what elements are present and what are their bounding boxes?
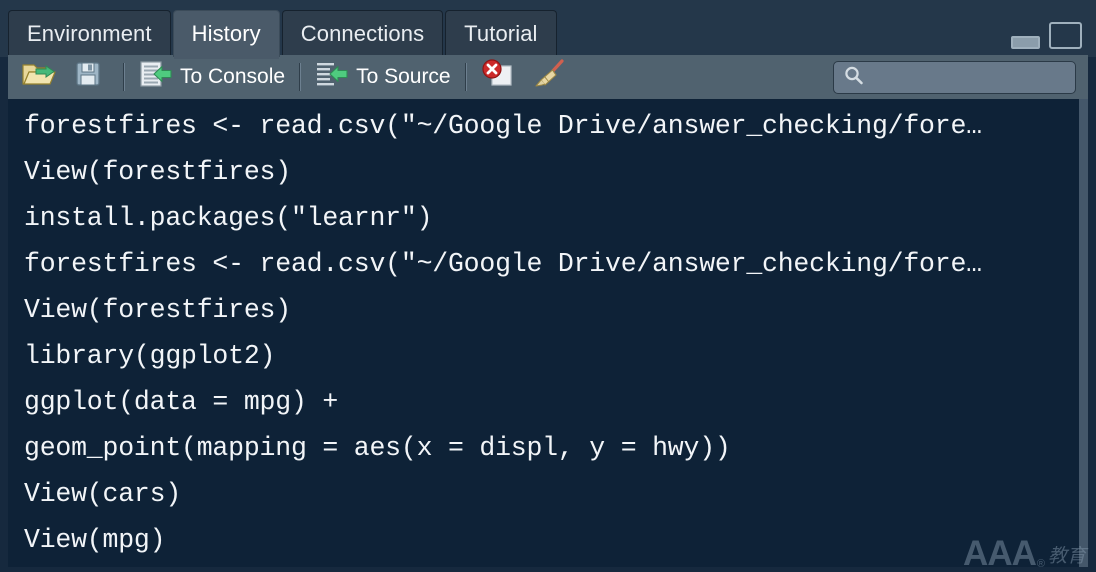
to-console-button[interactable]: To Console bbox=[134, 58, 290, 96]
rstudio-history-pane: Environment History Connections Tutorial bbox=[0, 0, 1096, 572]
vertical-scrollbar[interactable] bbox=[1079, 99, 1088, 567]
open-history-button[interactable] bbox=[16, 58, 69, 96]
to-source-button[interactable]: To Source bbox=[310, 58, 456, 96]
remove-entries-button[interactable] bbox=[476, 58, 527, 96]
maximize-icon[interactable] bbox=[1049, 22, 1082, 49]
open-folder-icon bbox=[21, 59, 57, 95]
tab-environment-label: Environment bbox=[27, 21, 152, 47]
history-list: forestfires <- read.csv("~/Google Drive/… bbox=[8, 99, 1080, 563]
list-item[interactable]: View(forestfires) bbox=[8, 149, 1080, 195]
tab-history[interactable]: History bbox=[173, 10, 280, 57]
list-item[interactable]: forestfires <- read.csv("~/Google Drive/… bbox=[8, 241, 1080, 287]
tab-bar: Environment History Connections Tutorial bbox=[0, 0, 1096, 57]
to-source-label: To Source bbox=[356, 65, 451, 89]
list-item[interactable]: install.packages("learnr") bbox=[8, 195, 1080, 241]
list-item[interactable]: View(forestfires) bbox=[8, 287, 1080, 333]
toolbar-separator-2 bbox=[299, 63, 301, 91]
history-list-area[interactable]: forestfires <- read.csv("~/Google Drive/… bbox=[8, 99, 1088, 567]
clear-all-button[interactable] bbox=[527, 58, 578, 96]
save-history-button[interactable] bbox=[69, 58, 114, 96]
search-icon bbox=[843, 65, 864, 91]
toolbar-separator-3 bbox=[465, 63, 467, 91]
tab-tutorial-label: Tutorial bbox=[464, 21, 537, 47]
search-input[interactable] bbox=[872, 68, 1057, 88]
list-item[interactable]: View(cars) bbox=[8, 471, 1080, 517]
tab-history-label: History bbox=[192, 21, 261, 47]
list-item[interactable]: library(ggplot2) bbox=[8, 333, 1080, 379]
tab-connections[interactable]: Connections bbox=[282, 10, 443, 57]
tab-tutorial[interactable]: Tutorial bbox=[445, 10, 556, 57]
list-item[interactable]: forestfires <- read.csv("~/Google Drive/… bbox=[8, 103, 1080, 149]
search-box[interactable] bbox=[833, 61, 1076, 94]
toolbar-separator-1 bbox=[123, 63, 125, 91]
window-controls bbox=[1011, 22, 1082, 49]
delete-entry-icon bbox=[481, 59, 515, 95]
tab-environment[interactable]: Environment bbox=[8, 10, 171, 57]
minimize-icon[interactable] bbox=[1011, 36, 1040, 49]
list-item[interactable]: ggplot(data = mpg) + bbox=[8, 379, 1080, 425]
clear-all-broom-icon bbox=[532, 59, 566, 95]
tab-connections-label: Connections bbox=[301, 21, 424, 47]
history-toolbar: To Console To Source bbox=[8, 55, 1088, 99]
list-item[interactable]: View(mpg) bbox=[8, 517, 1080, 563]
to-source-icon bbox=[315, 59, 349, 95]
list-item[interactable]: geom_point(mapping = aes(x = displ, y = … bbox=[8, 425, 1080, 471]
to-console-icon bbox=[139, 59, 173, 95]
save-disk-icon bbox=[74, 60, 102, 94]
to-console-label: To Console bbox=[180, 65, 285, 89]
